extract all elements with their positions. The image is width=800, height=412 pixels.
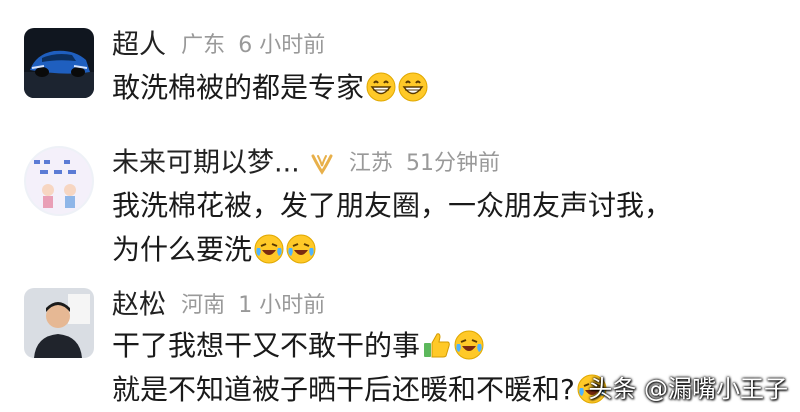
grin-emoji-icon (366, 72, 396, 102)
laugh-cry-emoji-icon (286, 234, 316, 264)
comment-text: 敢洗棉被的都是专家 (112, 66, 790, 110)
comment-text-line: 为什么要洗 (112, 233, 253, 266)
grin-emoji-icon (398, 72, 428, 102)
comment-text: 干了我想干又不敢干的事 (112, 324, 790, 368)
comment-text: 为什么要洗 (112, 228, 790, 272)
comment-meta: 未来可期以梦... 江苏 51分钟前 (112, 146, 790, 180)
timestamp: 51分钟前 (405, 150, 500, 176)
illustration-avatar-icon (24, 146, 94, 216)
avatar[interactable] (24, 28, 94, 98)
avatar[interactable] (24, 288, 94, 358)
avatar[interactable] (24, 146, 94, 216)
vip-badge-icon (311, 154, 333, 175)
watermark: 头条 @漏嘴小王子 (588, 375, 788, 403)
person-avatar-icon (24, 288, 94, 358)
comment-text-line: 敢洗棉被的都是专家 (112, 71, 365, 104)
car-avatar-icon (24, 28, 94, 98)
comment-text-line: 我洗棉花被，发了朋友圈，一众朋友声讨我， (112, 189, 673, 222)
laugh-cry-emoji-icon (254, 234, 284, 264)
location: 河南 (181, 292, 226, 318)
comment-meta: 超人 广东 6 小时前 (112, 28, 790, 62)
thumbs-up-emoji-icon (424, 333, 450, 358)
comment-meta: 赵松 河南 1 小时前 (112, 288, 790, 322)
username[interactable]: 超人 (112, 30, 166, 61)
timestamp: 6 小时前 (238, 32, 326, 58)
comment-text-line: 干了我想干又不敢干的事 (112, 329, 421, 362)
comment-body: 超人 广东 6 小时前 敢洗棉被的都是专家 (112, 28, 790, 110)
comment-body: 未来可期以梦... 江苏 51分钟前 我洗棉花被，发了朋友圈，一众朋友声讨我， … (112, 146, 790, 272)
timestamp: 1 小时前 (238, 292, 326, 318)
laugh-cry-emoji-icon (454, 330, 484, 360)
username[interactable]: 未来可期以梦... (112, 148, 300, 179)
username[interactable]: 赵松 (112, 290, 166, 321)
comment-text-line: 就是不知道被子晒干后还暖和不暖和? (112, 373, 575, 406)
location: 江苏 (348, 150, 393, 176)
location: 广东 (181, 32, 226, 58)
